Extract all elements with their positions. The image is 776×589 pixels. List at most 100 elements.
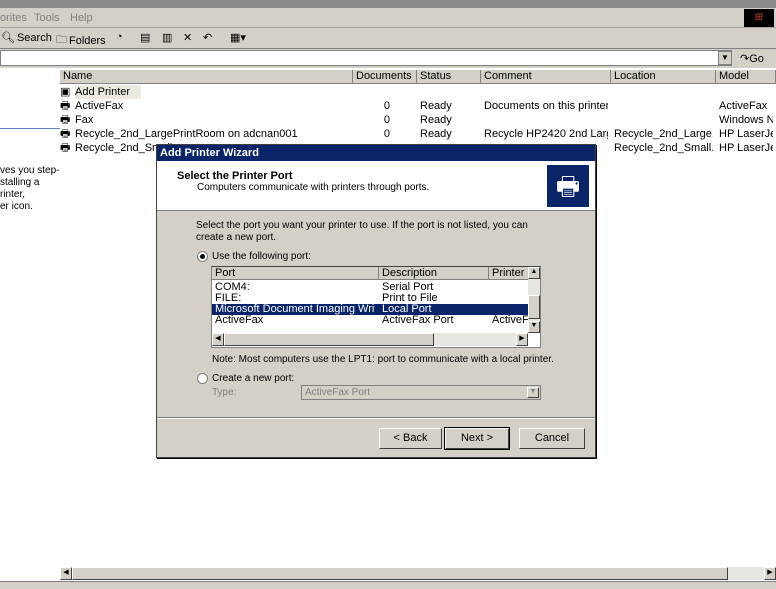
menu-tools[interactable]: Tools bbox=[34, 12, 60, 24]
printer-row-docs: 0 bbox=[383, 128, 390, 140]
printer-row-docs: 0 bbox=[383, 100, 390, 112]
move-to-icon: ▤ bbox=[140, 32, 151, 44]
create-port-radio[interactable] bbox=[197, 373, 208, 384]
printer-row-name[interactable]: Recycle_2nd_LargePrintRoom on adcnan001 bbox=[75, 127, 353, 141]
menu-bar: orites Tools Help bbox=[0, 8, 776, 28]
column-header-port[interactable]: Port bbox=[212, 267, 379, 280]
use-port-radio[interactable] bbox=[197, 251, 208, 262]
search-icon: 🔍︎ bbox=[1, 32, 15, 44]
address-bar: ▼ ↷Go bbox=[0, 49, 776, 68]
printer-row-name[interactable]: ActiveFax bbox=[75, 99, 353, 113]
search-button[interactable]: 🔍︎ Search bbox=[1, 31, 52, 45]
status-bar bbox=[0, 581, 776, 589]
history-button[interactable]: ◔ bbox=[116, 31, 123, 43]
cancel-button[interactable]: Cancel bbox=[519, 428, 585, 449]
divider bbox=[157, 417, 595, 419]
undo-icon: ↶ bbox=[203, 32, 213, 44]
printer-row-name[interactable]: Fax bbox=[75, 113, 353, 127]
printer-icon: 🖶 bbox=[60, 114, 71, 126]
printer-row-comment bbox=[484, 85, 608, 99]
scroll-thumb[interactable] bbox=[72, 567, 728, 580]
printer-row-location: Recycle_2nd_Small... bbox=[614, 142, 713, 154]
printer-row-status: Ready bbox=[420, 114, 452, 126]
printer-row-status bbox=[420, 85, 478, 99]
port-printer: ActiveFa bbox=[492, 315, 528, 326]
scroll-left-icon[interactable]: ◀ bbox=[60, 567, 72, 580]
printer-row-comment: Documents on this printer ... bbox=[484, 100, 608, 112]
add-printer-icon: ▣ bbox=[60, 86, 71, 98]
column-header-documents[interactable]: Documents bbox=[353, 70, 417, 84]
next-button[interactable]: Next > bbox=[444, 427, 510, 450]
text-line: rinter, bbox=[0, 189, 26, 200]
instruction-text: Select the port you want your printer to… bbox=[196, 220, 528, 243]
printer-row-docs bbox=[356, 85, 390, 99]
port-description: Print to File bbox=[382, 293, 438, 304]
divider bbox=[0, 128, 60, 129]
text-line: er icon. bbox=[0, 201, 33, 212]
column-header-location[interactable]: Location bbox=[611, 70, 716, 84]
address-dropdown-icon[interactable]: ▼ bbox=[718, 51, 732, 65]
printer-row-comment bbox=[484, 113, 608, 127]
address-input[interactable] bbox=[0, 50, 732, 66]
port-list[interactable]: Port Description Printer COM4: Serial Por… bbox=[211, 266, 541, 348]
port-row[interactable]: FILE: Print to File bbox=[212, 293, 528, 304]
column-header-status[interactable]: Status bbox=[417, 70, 481, 84]
column-header-description[interactable]: Description bbox=[379, 267, 489, 280]
text-line: stalling a bbox=[0, 177, 40, 188]
column-header-model[interactable]: Model bbox=[716, 70, 776, 84]
printer-icon: 🖶 bbox=[60, 128, 71, 140]
create-port-label: Create a new port: bbox=[212, 373, 295, 384]
column-header-name[interactable]: Name bbox=[60, 70, 353, 84]
scroll-thumb[interactable] bbox=[224, 333, 434, 346]
port-row[interactable]: ActiveFax ActiveFax Port ActiveFa bbox=[212, 315, 528, 326]
printer-row-comment: Recycle HP2420 2nd Larg... bbox=[484, 128, 608, 140]
copy-to-icon: ▥ bbox=[162, 32, 173, 44]
column-header-printer[interactable]: Printer bbox=[489, 267, 529, 280]
toolbar: 🔍︎ Search 🗀 Folders ◔ ▤ ▥ ✕ ↶ ▦▾ bbox=[0, 28, 776, 49]
undo-button[interactable]: ↶ bbox=[203, 31, 212, 44]
dialog-title: Add Printer Wizard bbox=[157, 145, 595, 161]
back-button[interactable]: < Back bbox=[379, 428, 442, 449]
scroll-down-icon[interactable]: ▼ bbox=[528, 321, 540, 333]
text-line: ves you step- bbox=[0, 165, 60, 176]
folders-button[interactable]: 🗀 Folders bbox=[56, 31, 106, 50]
printer-icon: 🖶 bbox=[547, 165, 589, 207]
port-port: FILE: bbox=[215, 293, 242, 304]
note-text: Note: Most computers use the LPT1: port … bbox=[212, 354, 554, 365]
printer-row-model bbox=[719, 85, 773, 99]
go-button[interactable]: ↷Go bbox=[740, 52, 764, 65]
type-label: Type: bbox=[212, 387, 237, 398]
port-row[interactable]: COM4: Serial Port bbox=[212, 282, 528, 293]
go-icon: ↷ bbox=[740, 53, 750, 65]
port-port: ActiveFax bbox=[215, 315, 264, 326]
scroll-thumb[interactable] bbox=[528, 295, 540, 319]
horizontal-scrollbar[interactable]: ◀ ▶ bbox=[60, 567, 776, 580]
vertical-scrollbar[interactable]: ▲ ▼ bbox=[528, 267, 540, 333]
delete-button[interactable]: ✕ bbox=[183, 31, 192, 44]
menu-help[interactable]: Help bbox=[70, 12, 93, 24]
views-icon: ▦▾ bbox=[230, 32, 246, 44]
delete-icon: ✕ bbox=[183, 32, 193, 44]
printer-row-name[interactable]: Add Printer bbox=[75, 85, 141, 99]
move-to-button[interactable]: ▤ bbox=[140, 31, 150, 44]
printer-row-docs: 0 bbox=[383, 114, 390, 126]
port-row[interactable]: Microsoft Document Imaging Writer ... Loc… bbox=[212, 304, 528, 315]
printer-icon: 🖶 bbox=[60, 100, 71, 112]
scroll-right-icon[interactable]: ▶ bbox=[516, 333, 528, 346]
menu-favorites[interactable]: orites bbox=[0, 12, 27, 24]
port-port: COM4: bbox=[215, 282, 250, 293]
windows-logo-icon: ⊞ bbox=[744, 9, 774, 27]
scroll-up-icon[interactable]: ▲ bbox=[528, 267, 540, 279]
page-subtitle: Computers communicate with printers thro… bbox=[197, 182, 430, 193]
scroll-right-icon[interactable]: ▶ bbox=[764, 567, 776, 580]
printer-row-location bbox=[614, 99, 713, 113]
port-type-select: ActiveFax Port ▼ bbox=[301, 385, 541, 400]
copy-to-button[interactable]: ▥ bbox=[162, 31, 172, 44]
column-header-comment[interactable]: Comment bbox=[481, 70, 611, 84]
port-port: Microsoft Document Imaging Writer ... bbox=[215, 304, 375, 315]
views-button[interactable]: ▦▾ bbox=[230, 31, 246, 44]
horizontal-scrollbar[interactable]: ◀ ▶ bbox=[212, 333, 528, 346]
printer-row-model: HP LaserJet 2 bbox=[719, 142, 773, 154]
add-printer-wizard-dialog: Add Printer Wizard Select the Printer Po… bbox=[156, 144, 596, 458]
scroll-left-icon[interactable]: ◀ bbox=[212, 333, 224, 346]
